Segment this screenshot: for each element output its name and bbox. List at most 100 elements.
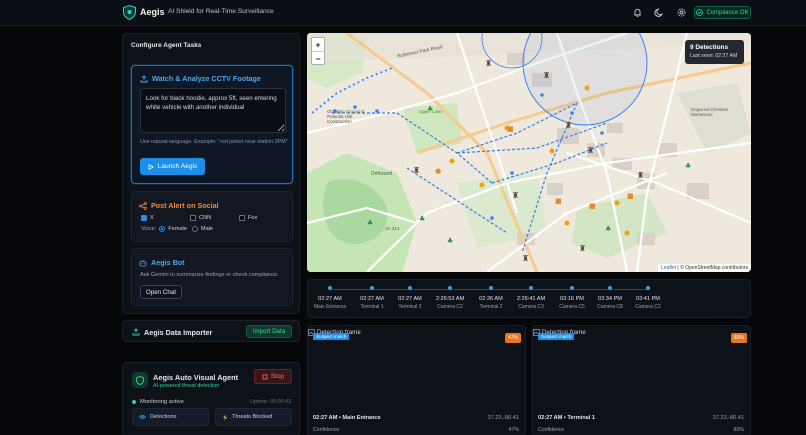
confidence-value: 83% xyxy=(733,427,744,433)
voice-selector: Voice: Female Male xyxy=(141,226,213,232)
timeline-dot xyxy=(608,286,612,290)
gear-icon[interactable] xyxy=(676,7,687,18)
timeline-camera: Main Entrance xyxy=(313,304,347,310)
social-alert-heading: Post Alert on Social xyxy=(139,201,219,210)
male-radio[interactable] xyxy=(191,226,198,232)
svg-text:♜: ♜ xyxy=(485,59,492,68)
compliance-status-badge[interactable]: Compliance OK xyxy=(694,6,751,19)
upload-icon xyxy=(140,74,148,82)
timeline-time: 2:26:41 AM xyxy=(516,296,546,302)
female-radio[interactable] xyxy=(159,226,166,232)
timeline-dot xyxy=(448,286,452,290)
leaflet-link[interactable]: Leaflet xyxy=(661,265,676,271)
svg-text:♜: ♜ xyxy=(637,171,644,180)
upload-icon xyxy=(132,328,140,336)
fox-checkbox[interactable] xyxy=(239,215,245,221)
brand-tagline: AI Shield for Real-Time Surveillance xyxy=(168,8,274,15)
detection-card[interactable]: Detection frame Suspect match 83% 02:27 … xyxy=(532,325,751,435)
fox-label: Fox xyxy=(248,215,258,221)
timeline-camera: Camera C2 xyxy=(437,304,463,310)
timeline-item[interactable]: 02:27 AM Main Entrance xyxy=(308,286,352,310)
suspect-match-badge: Suspect match xyxy=(538,333,575,340)
timeline-item[interactable]: 2:26:41 AM Camera C3 xyxy=(509,286,553,310)
launch-aegis-button[interactable]: Launch Aegis xyxy=(140,158,205,175)
map-zoom-control: + − xyxy=(311,37,325,65)
cnn-checkbox[interactable] xyxy=(190,215,196,221)
svg-text:♜: ♜ xyxy=(512,191,519,200)
timeline-item[interactable]: 03:41 PM Camera C2 xyxy=(626,286,670,310)
cctv-prompt-hint: Use natural language. Example: "red jack… xyxy=(140,139,288,145)
surveillance-map[interactable]: ♜ ♜ ♜ ♜ ♜ ♜ ♜ ♜ ♜ ● ■ ■ ■ ■ ♣ ♣ ♣ ♣ ♣ ♣ Robinson Park… xyxy=(307,33,751,272)
confidence-badge: 47% xyxy=(505,333,521,343)
bell-icon[interactable] xyxy=(632,7,643,18)
timeline-item[interactable]: 2:26:53 AM Camera C2 xyxy=(428,286,472,310)
social-option-cnn[interactable]: CNN xyxy=(190,215,211,221)
stop-icon xyxy=(262,374,268,379)
timeline-dot xyxy=(570,286,574,290)
detection-coords: 37.23,-80.41 xyxy=(487,415,519,421)
map-label: VA 314 xyxy=(385,226,400,231)
map-label: Driftwood xyxy=(371,171,393,177)
social-alert-card: Post Alert on Social X CNN Fox Voice: Fe… xyxy=(131,191,293,242)
visual-agent-subtitle: AI-powered threat detection xyxy=(153,383,220,389)
svg-text:■: ■ xyxy=(627,192,634,200)
svg-text:♣: ♣ xyxy=(685,162,691,170)
stop-agent-button[interactable]: Stop xyxy=(254,369,292,384)
monitoring-status-label: Monitoring active xyxy=(140,399,184,405)
timeline-dot xyxy=(489,286,493,290)
timeline-camera: Camera C3 xyxy=(518,304,544,310)
detection-confidence: Confidence 47% xyxy=(313,427,519,433)
social-option-fox[interactable]: Fox xyxy=(239,215,257,221)
data-importer-title: Aegis Data Importer xyxy=(144,328,213,337)
confidence-value: 47% xyxy=(508,427,519,433)
timeline-item[interactable]: 02:27 AM Terminal 2 xyxy=(388,286,432,310)
timeline-dot xyxy=(529,286,533,290)
svg-text:♣: ♣ xyxy=(419,215,425,223)
map-tiles[interactable]: ♜♜♜ ♜♜♜ ♜♜♜ ●■■ ■■ ♣♣♣ ♣♣♣ xyxy=(307,33,751,272)
svg-text:♣: ♣ xyxy=(367,219,373,227)
cctv-task-title: Watch & Analyze CCTV Footage xyxy=(152,74,261,83)
cctv-task-card: Watch & Analyze CCTV Footage Use natural… xyxy=(131,65,293,184)
zoom-out-button[interactable]: − xyxy=(312,52,324,66)
map-label: Dogwood Christian Montessori xyxy=(691,107,729,117)
timeline-dot xyxy=(328,286,332,290)
detection-title: 02:27 AM • Main Entrance xyxy=(313,415,381,421)
brand-name: Aegis xyxy=(140,7,165,17)
aegis-bot-heading: Aegis Bot xyxy=(139,258,185,267)
stop-label: Stop xyxy=(270,373,285,380)
monitoring-status: Monitoring active xyxy=(132,399,184,405)
svg-text:♜: ♜ xyxy=(587,146,594,155)
bot-icon xyxy=(139,259,147,266)
detections-stat: Detections xyxy=(132,408,209,426)
timeline-camera: Terminal 2 xyxy=(398,304,422,310)
x-checkbox[interactable] xyxy=(141,215,147,221)
timeline-camera: Terminal 2 xyxy=(479,304,503,310)
svg-text:■: ■ xyxy=(555,197,562,205)
moon-icon[interactable] xyxy=(654,7,665,18)
cnn-label: CNN xyxy=(199,215,212,221)
open-chat-button[interactable]: Open Chat xyxy=(140,285,182,299)
map-attribution: Leaflet | © OpenStreetMap contributors xyxy=(658,264,751,272)
zoom-in-button[interactable]: + xyxy=(312,38,324,52)
detection-card[interactable]: Detection frame Suspect match 47% 02:27 … xyxy=(307,325,526,435)
detection-meta: 02:27 AM • Terminal 1 37.23,-80.41 xyxy=(538,415,744,421)
detections-count: 9 Detections xyxy=(690,44,729,51)
social-option-x[interactable]: X xyxy=(141,215,154,221)
detections-summary-card: 9 Detections Last seen: 02:27 AM xyxy=(685,40,744,64)
confidence-badge: 83% xyxy=(731,333,747,343)
timeline-item[interactable]: 02:26 AM Terminal 2 xyxy=(469,286,513,310)
detection-meta: 02:27 AM • Main Entrance 37.23,-80.41 xyxy=(313,415,519,421)
voice-label: Voice: xyxy=(141,226,157,232)
last-seen: Last seen: 02:27 AM xyxy=(690,53,738,59)
detection-title: 02:27 AM • Terminal 1 xyxy=(538,415,595,421)
map-label: Upper Lawn xyxy=(419,109,443,114)
shield-logo-icon xyxy=(123,5,136,20)
male-label: Male xyxy=(200,226,214,232)
detections-label: Detections xyxy=(150,414,177,420)
timeline-time: 03:41 PM xyxy=(636,296,660,302)
cctv-prompt-input[interactable] xyxy=(140,88,286,133)
import-data-button[interactable]: Import Data xyxy=(246,325,292,338)
female-label: Female xyxy=(168,226,187,232)
svg-text:♣: ♣ xyxy=(605,225,611,233)
timeline-camera: Camera C2 xyxy=(635,304,661,310)
